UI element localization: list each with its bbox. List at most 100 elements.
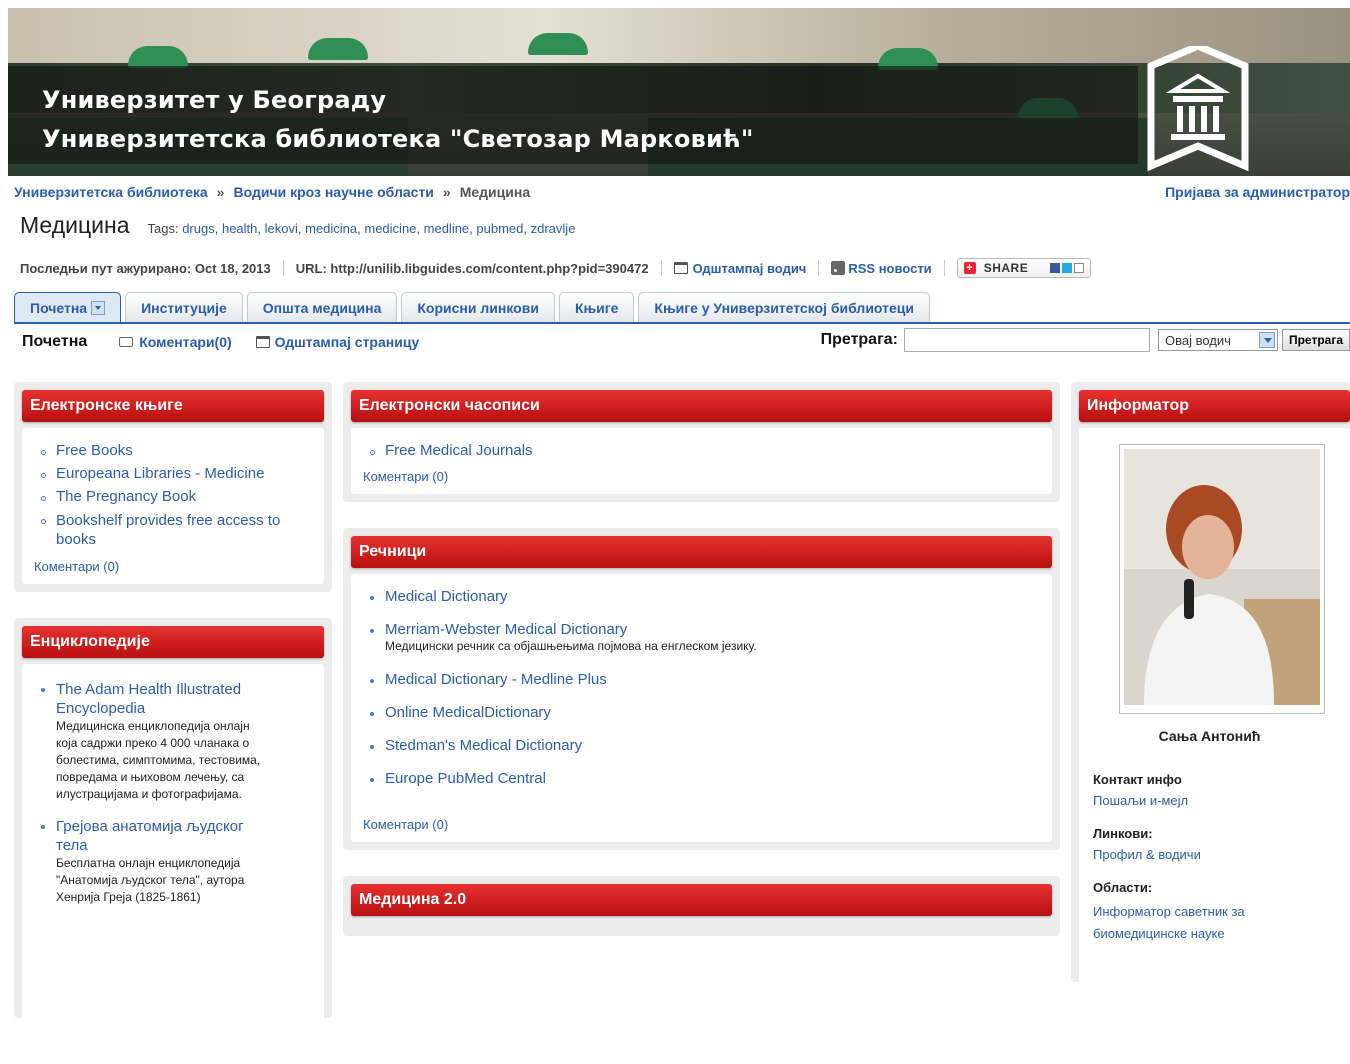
list-item: Medical Dictionary <box>363 588 1042 605</box>
admin-login-link[interactable]: Пријава за администратор <box>1165 184 1350 200</box>
banner-lamp <box>308 38 368 60</box>
guide-url: URL: http://unilib.libguides.com/content… <box>295 260 649 276</box>
profile-guides-link[interactable]: Профил & водичи <box>1093 847 1340 862</box>
breadcrumb: Универзитетска библиотека » Водичи кроз на… <box>14 184 530 200</box>
list-item[interactable]: Free Books <box>34 442 314 459</box>
left-column: Електронске књиге Free Books Europeana L… <box>14 382 332 1064</box>
box-header: Електронски часописи <box>351 390 1052 422</box>
tab-institutions[interactable]: Институције <box>125 292 243 322</box>
list-item-description: Медицински речник са објашњењима појмова… <box>385 639 757 653</box>
comments-link[interactable]: Коментари(0) <box>119 334 232 350</box>
tag-link[interactable]: drugs <box>182 221 215 236</box>
list-item[interactable]: Europeana Libraries - Medicine <box>34 465 314 482</box>
list-item: Merriam-Webster Medical Dictionary Медици… <box>363 621 1042 655</box>
list-item: Online MedicalDictionary <box>363 704 1042 721</box>
list-item-link[interactable]: Online MedicalDictionary <box>385 704 551 721</box>
tag-link[interactable]: zdravlje <box>531 221 576 236</box>
page-section-title: Почетна <box>22 333 88 350</box>
divider <box>282 260 284 276</box>
list-item-description: Медицинска енциклопедија онлајн која сад… <box>56 719 261 801</box>
tab-library-books[interactable]: Књиге у Универзитетској библиотеци <box>638 292 930 322</box>
list-item-link[interactable]: Medical Dictionary - Medline Plus <box>385 671 607 688</box>
banner-library: Универзитетска библиотека "Светозар Марк… <box>42 125 754 153</box>
tab-bar: Почетна Институције Општа медицина Корис… <box>14 292 1350 324</box>
breadcrumb-separator: » <box>216 184 225 200</box>
search-input[interactable] <box>903 328 1150 352</box>
tag-link[interactable]: lekovi <box>265 221 298 236</box>
dictionaries-box: Речници Medical Dictionary Merriam-Webst… <box>343 528 1060 850</box>
print-page-label: Одштампај страницу <box>274 334 420 350</box>
list-item[interactable]: Bookshelf provides free access to books <box>34 511 314 549</box>
tab-useful-links[interactable]: Корисни линкови <box>401 292 555 322</box>
tags-label: Tags: <box>147 221 179 236</box>
list-item: Stedman's Medical Dictionary <box>363 737 1042 754</box>
journals-box: Електронски часописи Free Medical Journa… <box>343 382 1060 502</box>
rss-label: RSS новости <box>848 260 932 276</box>
library-logo-icon <box>1147 46 1249 172</box>
meta-row: Последњи пут ажурирано: Oct 18, 2013 URL… <box>20 258 1092 278</box>
ebooks-list: Free Books Europeana Libraries - Medicin… <box>34 442 314 549</box>
tab-label: Почетна <box>30 299 88 316</box>
area-link[interactable]: Информатор саветник за биомедицинске нау… <box>1093 901 1340 945</box>
list-item[interactable]: The Pregnancy Book <box>34 488 314 505</box>
email-icon <box>1074 263 1085 273</box>
tab-general-medicine[interactable]: Општа медицина <box>246 292 398 322</box>
share-label: SHARE <box>983 261 1029 275</box>
comments-label: Коментари(0) <box>139 334 232 350</box>
tab-books[interactable]: Књиге <box>558 292 635 322</box>
breadcrumb-item[interactable]: Водичи кроз научне области <box>233 184 433 200</box>
tag-link[interactable]: medicina <box>305 221 357 236</box>
box-comments-link[interactable]: Коментари (0) <box>363 817 1042 832</box>
search-scope-value: Овај водич <box>1164 332 1231 348</box>
rss-icon <box>831 260 846 275</box>
avatar <box>1124 449 1320 705</box>
print-guide-link[interactable]: Одштампај водич <box>673 261 806 276</box>
breadcrumb-item[interactable]: Универзитетска библиотека <box>14 184 208 200</box>
right-column: Информатор Сања Антонић Контакт инфо Пош… <box>1071 382 1350 1008</box>
list-item-link[interactable]: Грејова анатомија људског тела <box>56 817 314 855</box>
encyclopedias-list: The Adam Health Illustrated Encyclopedia… <box>34 680 314 906</box>
tags: Tags: drugs, health, lekovi, medicina, m… <box>147 221 576 236</box>
last-updated: Последњи пут ажурирано: Oct 18, 2013 <box>20 260 271 276</box>
tag-link[interactable]: health <box>222 221 257 236</box>
twitter-icon <box>1062 263 1073 273</box>
tag-link[interactable]: medicine <box>364 221 416 236</box>
banner-university: Универзитет у Београду <box>42 86 387 114</box>
divider <box>818 260 820 276</box>
list-item-link[interactable]: Stedman's Medical Dictionary <box>385 737 582 754</box>
rss-link[interactable]: RSS новости <box>831 260 932 276</box>
box-header: Медицина 2.0 <box>351 884 1052 916</box>
tag-link[interactable]: medline <box>424 221 470 236</box>
box-comments-link[interactable]: Коментари (0) <box>34 559 314 574</box>
search-label: Претрага: <box>820 331 898 348</box>
box-body: Free Books Europeana Libraries - Medicin… <box>22 428 324 584</box>
journals-list: Free Medical Journals <box>363 442 1042 459</box>
tab-home[interactable]: Почетна <box>14 292 122 322</box>
comment-icon <box>119 337 134 347</box>
box-comments-link[interactable]: Коментари (0) <box>363 469 1042 484</box>
list-item-link[interactable]: Merriam-Webster Medical Dictionary <box>385 621 627 638</box>
share-button[interactable]: + SHARE <box>956 258 1092 278</box>
page-title: Медицина <box>20 212 130 238</box>
banner-lamp <box>128 46 188 68</box>
tag-link[interactable]: pubmed <box>476 221 523 236</box>
box-header: Информатор <box>1079 390 1350 422</box>
email-link[interactable]: Пошаљи и-мејл <box>1093 793 1340 808</box>
list-item-link[interactable]: Europe PubMed Central <box>385 770 546 787</box>
list-item-link[interactable]: Medical Dictionary <box>385 588 508 605</box>
box-header: Енциклопедије <box>22 626 324 658</box>
breadcrumb-current: Медицина <box>459 184 531 200</box>
chevron-down-icon[interactable] <box>91 300 106 315</box>
search-scope-select[interactable]: Овај водич <box>1157 329 1278 351</box>
print-page-link[interactable]: Одштампај страницу <box>255 334 420 350</box>
list-item[interactable]: Free Medical Journals <box>363 442 1042 459</box>
list-item-link[interactable]: The Adam Health Illustrated Encyclopedia <box>56 681 241 717</box>
box-body: Free Medical Journals Коментари (0) <box>351 428 1052 494</box>
librarian-name: Сања Антонић <box>1158 728 1261 744</box>
chevron-down-icon <box>1258 332 1275 348</box>
header-banner: Универзитет у Београду Универзитетска би… <box>8 8 1350 176</box>
ebooks-box: Електронске књиге Free Books Europeana L… <box>14 382 332 592</box>
list-item: The Adam Health Illustrated Encyclopedia… <box>34 680 314 803</box>
search-button[interactable]: Претрага <box>1281 329 1350 351</box>
search-area: Претрага: Овај водич Претрага <box>821 328 1350 352</box>
